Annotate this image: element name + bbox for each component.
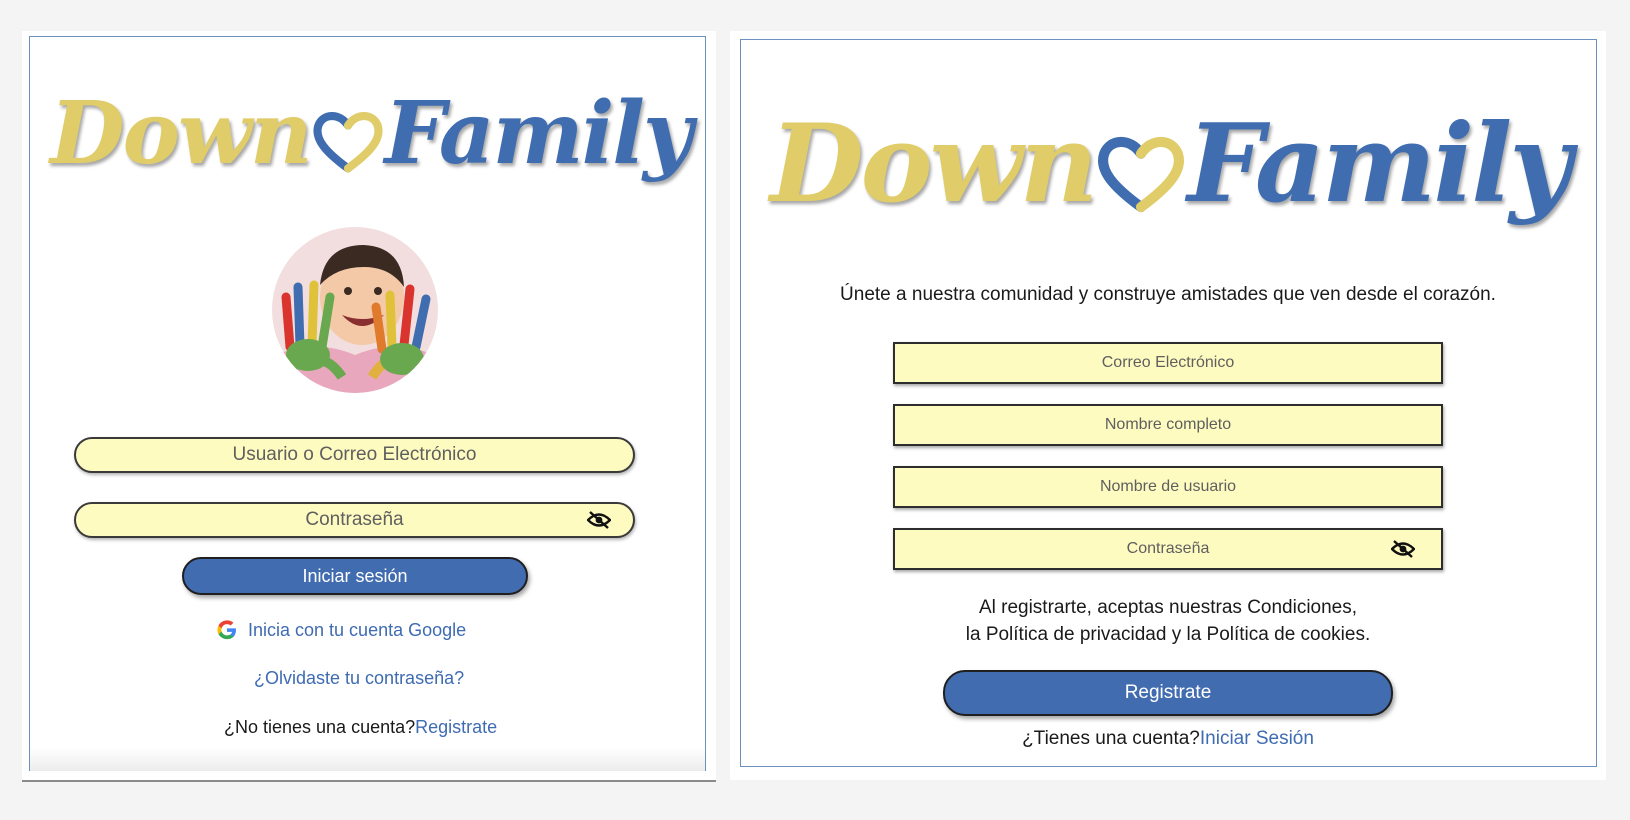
fullname-field[interactable]: Nombre completo <box>893 404 1443 446</box>
terms-line-2: la Política de privacidad y la Política … <box>965 624 1371 645</box>
brand-logo: Down Family <box>50 83 693 184</box>
forgot-password-link[interactable]: ¿Olvidaste tu contraseña? <box>254 668 464 689</box>
login-button-label: Iniciar sesión <box>302 565 408 586</box>
google-login-label: Inicia con tu cuenta Google <box>248 619 467 640</box>
login-password-placeholder: Contraseña <box>305 509 404 530</box>
email-field[interactable]: Correo Electrónico <box>893 342 1443 384</box>
register-button[interactable]: Registrate <box>943 670 1393 716</box>
login-link[interactable]: Iniciar Sesión <box>1200 728 1314 749</box>
logo-down: Down <box>50 83 312 184</box>
terms-notice: Al registrarte, aceptas nuestras Condici… <box>730 594 1606 648</box>
logo-family: Family <box>1187 101 1572 227</box>
register-button-label: Registrate <box>1124 682 1212 703</box>
logo-down: Down <box>770 101 1098 227</box>
bottom-fade <box>30 747 705 771</box>
google-login-link[interactable]: Inicia con tu cuenta Google <box>216 619 466 641</box>
eye-off-icon[interactable] <box>1391 540 1415 558</box>
child-photo-illustration <box>272 227 438 393</box>
login-password-input[interactable]: Contraseña <box>74 502 635 538</box>
login-prompt: ¿Tienes una cuenta?Iniciar Sesión <box>730 728 1606 750</box>
register-tagline: Únete a nuestra comunidad y construye am… <box>840 284 1496 305</box>
brand-logo-large: Down Family <box>770 101 1572 227</box>
google-icon <box>217 620 236 640</box>
username-field[interactable]: Nombre de usuario <box>893 466 1443 508</box>
username-placeholder: Nombre de usuario <box>1099 478 1237 495</box>
eye-off-icon[interactable] <box>587 511 611 529</box>
heart-icon <box>1098 136 1185 212</box>
bottom-divider <box>22 780 716 782</box>
heart-icon <box>312 111 383 172</box>
register-password-field[interactable]: Contraseña <box>893 528 1443 570</box>
register-password-placeholder: Contraseña <box>1126 540 1210 557</box>
username-email-placeholder: Usuario o Correo Electrónico <box>232 444 477 465</box>
username-email-input[interactable]: Usuario o Correo Electrónico <box>74 437 635 473</box>
logo-family: Family <box>384 83 693 184</box>
login-prompt-text: ¿Tienes una cuenta? <box>1022 728 1200 749</box>
signup-prompt-text: ¿No tienes una cuenta? <box>224 717 416 737</box>
login-panel: Down Family Usuario o Correo Electrónico… <box>22 31 716 782</box>
signup-prompt: ¿No tienes una cuenta?Registrate <box>224 717 497 738</box>
login-button[interactable]: Iniciar sesión <box>182 557 528 595</box>
terms-line-1: Al registrarte, aceptas nuestras Condici… <box>978 597 1358 618</box>
register-panel: Down Family Únete a nuestra comunidad y … <box>730 31 1606 780</box>
register-link[interactable]: Registrate <box>415 717 497 737</box>
child-photo <box>272 227 438 393</box>
email-placeholder: Correo Electrónico <box>1101 354 1235 371</box>
fullname-placeholder: Nombre completo <box>1104 416 1232 433</box>
